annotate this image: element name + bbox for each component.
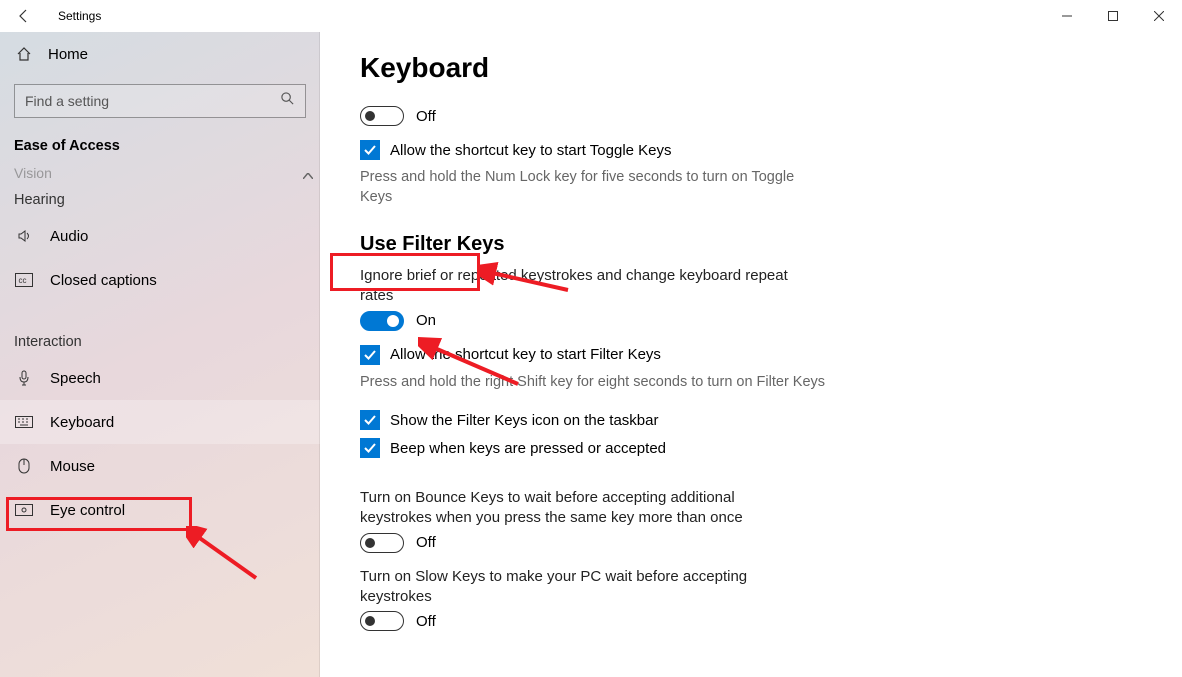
toggle-slow-keys[interactable] — [360, 611, 404, 631]
back-button[interactable] — [0, 0, 48, 32]
search-input[interactable] — [25, 93, 280, 109]
search-icon — [280, 91, 295, 111]
nav-home[interactable]: Home — [0, 32, 320, 76]
section-heading-filter-keys: Use Filter Keys — [360, 233, 1142, 256]
toggle-label: Off — [416, 534, 436, 551]
sidebar-item-closed-captions[interactable]: cc Closed captions — [0, 258, 320, 302]
toggle-bounce-keys[interactable] — [360, 533, 404, 553]
checkbox-label: Show the Filter Keys icon on the taskbar — [390, 412, 658, 429]
window-controls — [1044, 0, 1182, 32]
sidebar-item-label: Keyboard — [50, 414, 114, 431]
sidebar-nav-list: Vision Hearing Audio cc Closed captions — [0, 168, 320, 532]
sidebar: Home Ease of Access Vision Hearing Audio — [0, 32, 320, 677]
page-title: Keyboard — [320, 32, 1182, 102]
closed-captions-icon: cc — [14, 273, 34, 287]
description-text: Ignore brief or repeated keystrokes and … — [360, 266, 800, 307]
sidebar-item-keyboard[interactable]: Keyboard — [0, 400, 320, 444]
minimize-button[interactable] — [1044, 0, 1090, 32]
sidebar-item-label: Mouse — [50, 458, 95, 475]
sidebar-item-audio[interactable]: Audio — [0, 214, 320, 258]
svg-text:cc: cc — [19, 276, 27, 285]
mouse-icon — [14, 458, 34, 474]
scroll-up-button[interactable] — [300, 168, 316, 184]
toggle-label: Off — [416, 108, 436, 125]
checkbox-filter-keys-shortcut[interactable] — [360, 345, 380, 365]
sidebar-category-interaction: Interaction — [0, 320, 320, 356]
checkbox-show-taskbar-icon[interactable] — [360, 410, 380, 430]
checkbox-toggle-keys-shortcut[interactable] — [360, 140, 380, 160]
maximize-button[interactable] — [1090, 0, 1136, 32]
toggle-toggle-keys-sound[interactable] — [360, 106, 404, 126]
checkbox-label: Beep when keys are pressed or accepted — [390, 440, 666, 457]
sidebar-item-label: Speech — [50, 370, 101, 387]
checkbox-label: Allow the shortcut key to start Filter K… — [390, 346, 661, 363]
toggle-label: Off — [416, 613, 436, 630]
toggle-label: On — [416, 312, 436, 329]
description-text: Press and hold the right Shift key for e… — [360, 373, 840, 393]
eye-control-icon — [14, 504, 34, 516]
sidebar-item-label: Closed captions — [50, 272, 157, 289]
home-icon — [14, 46, 34, 62]
sidebar-category-hearing: Hearing — [0, 178, 320, 214]
content-area: Keyboard Off Allow the shortcut key to s… — [320, 32, 1182, 677]
keyboard-icon — [14, 416, 34, 428]
sidebar-item-mouse[interactable]: Mouse — [0, 444, 320, 488]
toggle-filter-keys[interactable] — [360, 311, 404, 331]
titlebar: Settings — [0, 0, 1182, 32]
sidebar-item-label: Audio — [50, 228, 88, 245]
window-title: Settings — [58, 9, 101, 23]
sidebar-section-title: Ease of Access — [0, 138, 320, 154]
description-text: Turn on Slow Keys to make your PC wait b… — [360, 567, 800, 608]
search-box[interactable] — [14, 84, 306, 118]
checkbox-beep[interactable] — [360, 438, 380, 458]
sidebar-item-eye-control[interactable]: Eye control — [0, 488, 320, 532]
nav-home-label: Home — [48, 46, 88, 63]
sidebar-item-label: Eye control — [50, 502, 125, 519]
sidebar-item-speech[interactable]: Speech — [0, 356, 320, 400]
microphone-icon — [14, 370, 34, 386]
close-button[interactable] — [1136, 0, 1182, 32]
description-text: Press and hold the Num Lock key for five… — [360, 168, 800, 207]
sidebar-item-partial: Vision — [0, 168, 320, 178]
page-body: Off Allow the shortcut key to start Togg… — [320, 106, 1182, 665]
checkbox-label: Allow the shortcut key to start Toggle K… — [390, 142, 672, 159]
description-text: Turn on Bounce Keys to wait before accep… — [360, 488, 800, 529]
speaker-icon — [14, 228, 34, 244]
